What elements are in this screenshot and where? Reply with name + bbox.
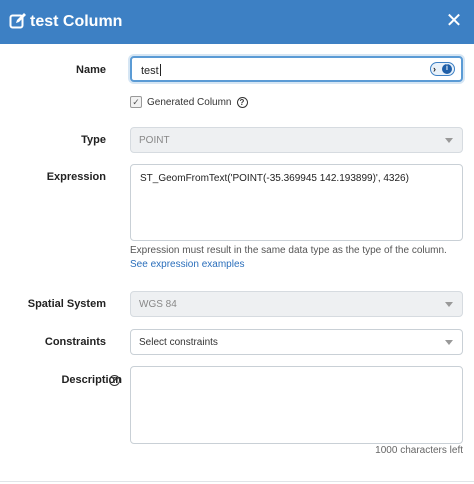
type-label: Type <box>81 134 106 146</box>
info-icon: i <box>442 64 452 74</box>
close-icon[interactable]: ✕ <box>444 11 464 31</box>
name-label: Name <box>76 64 106 76</box>
expression-examples-link[interactable]: See expression examples <box>130 259 245 270</box>
expression-value: ST_GeomFromText('POINT(-35.369945 142.19… <box>140 173 409 184</box>
expression-hint: Expression must result in the same data … <box>130 245 447 256</box>
generated-column-checkbox[interactable]: ✓ <box>130 96 142 108</box>
name-input[interactable]: test › i <box>130 56 463 82</box>
spatial-system-label: Spatial System <box>27 298 106 310</box>
type-value: POINT <box>139 135 170 146</box>
help-icon[interactable]: ? <box>236 96 248 108</box>
type-select: POINT <box>130 127 463 153</box>
expression-label: Expression <box>46 171 106 183</box>
spatial-system-value: WGS 84 <box>139 299 177 310</box>
generated-column-row: ✓ Generated Column ? <box>130 95 248 109</box>
edit-icon <box>9 13 26 29</box>
dropdown-arrow-icon <box>445 138 453 143</box>
name-value: test <box>141 65 159 77</box>
dialog-title: test Column <box>30 13 123 30</box>
description-help-icon[interactable]: ? <box>109 375 120 386</box>
description-char-count: 1000 characters left <box>375 445 463 456</box>
constraints-label: Constraints <box>44 336 106 348</box>
generated-column-label: Generated Column <box>147 96 232 108</box>
constraints-placeholder: Select constraints <box>139 337 218 348</box>
expression-textarea[interactable]: ST_GeomFromText('POINT(-35.369945 142.19… <box>130 164 463 241</box>
text-caret <box>159 64 161 76</box>
field-menu-toggle[interactable]: › i <box>430 62 455 76</box>
dialog-header: test Column ✕ <box>0 0 474 44</box>
constraints-select[interactable]: Select constraints <box>130 329 463 355</box>
chevron-right-icon: › <box>433 64 436 74</box>
dropdown-arrow-icon <box>445 302 453 307</box>
dropdown-arrow-icon <box>445 340 453 345</box>
spatial-system-select: WGS 84 <box>130 291 463 317</box>
description-textarea[interactable] <box>130 366 463 444</box>
